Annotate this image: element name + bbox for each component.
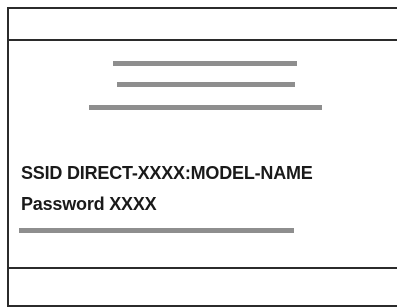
ssid-label: SSID DIRECT-XXXX:MODEL-NAME: [21, 163, 313, 183]
placeholder-text-line: [19, 228, 294, 233]
placeholder-text-line: [89, 105, 322, 110]
header-bar: [9, 9, 397, 41]
device-screen: SSID DIRECT-XXXX:MODEL-NAME Password XXX…: [7, 7, 397, 307]
footer-divider: [9, 267, 397, 269]
placeholder-text-line: [113, 61, 297, 66]
password-label: Password XXXX: [21, 194, 157, 214]
placeholder-text-line: [117, 82, 295, 87]
